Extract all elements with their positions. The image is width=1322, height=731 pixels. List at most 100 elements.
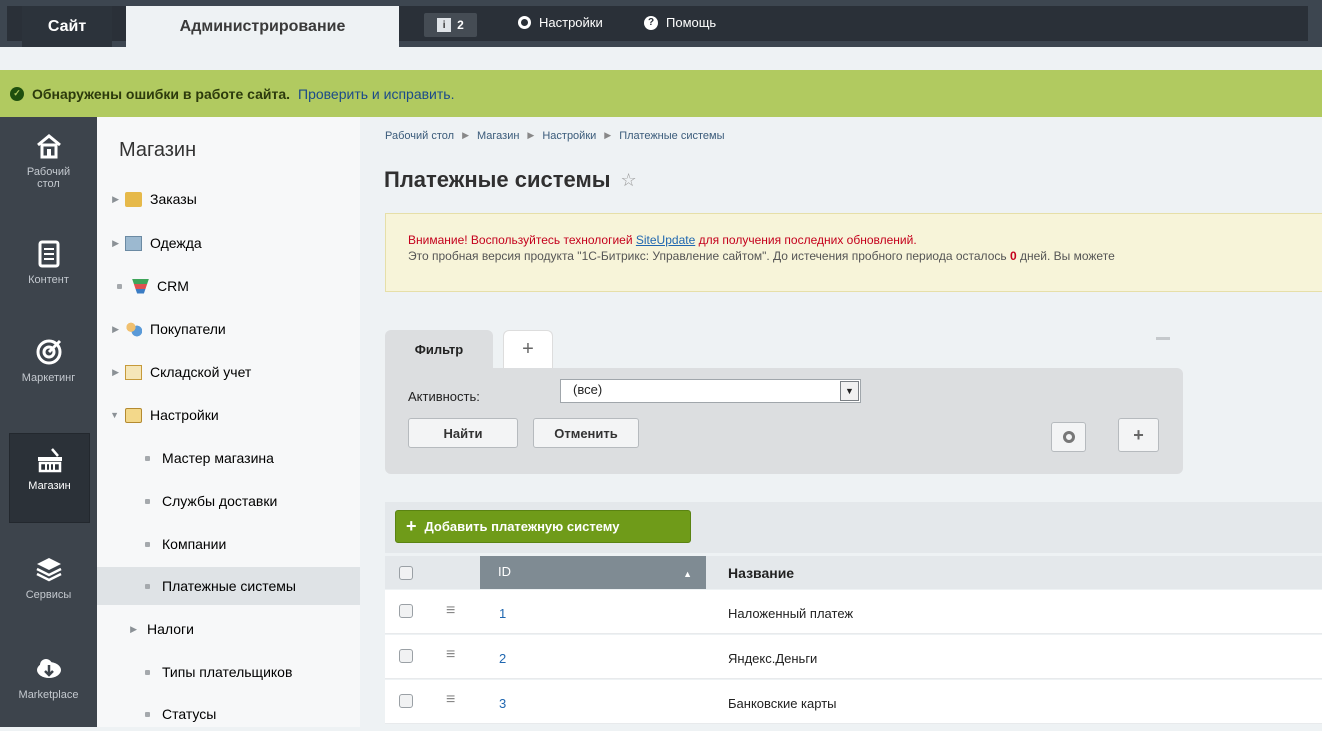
submenu-item-label: Платежные системы bbox=[162, 578, 296, 594]
expand-arrow-icon[interactable]: ▶ bbox=[97, 624, 147, 635]
help-icon: ? bbox=[644, 15, 658, 30]
breadcrumb-item[interactable]: Настройки bbox=[542, 130, 596, 142]
filter-tab[interactable]: Фильтр bbox=[385, 330, 493, 368]
breadcrumb-item[interactable]: Платежные системы bbox=[619, 130, 724, 142]
tab-administration[interactable]: Администрирование bbox=[126, 6, 399, 47]
gear-icon bbox=[1062, 431, 1075, 443]
target-icon bbox=[36, 339, 61, 365]
bullet-icon bbox=[145, 583, 150, 589]
users-icon bbox=[125, 321, 142, 337]
minimize-filter-icon[interactable] bbox=[1156, 337, 1170, 340]
breadcrumb: Рабочий стол ▶ Магазин ▶ Настройки ▶ Пла… bbox=[385, 130, 724, 142]
basket-icon bbox=[37, 448, 62, 473]
nav-item-marketing[interactable]: Маркетинг bbox=[0, 338, 97, 408]
submenu-item-crm[interactable]: CRM bbox=[97, 269, 360, 303]
add-filter-field-button[interactable]: + bbox=[1118, 418, 1159, 452]
row-name: Наложенный платеж bbox=[728, 606, 854, 621]
bullet-icon bbox=[145, 455, 150, 461]
submenu-title: Магазин bbox=[119, 139, 197, 161]
dropdown-arrow-icon[interactable]: ▼ bbox=[840, 381, 859, 401]
star-icon[interactable]: ☆ bbox=[621, 170, 637, 191]
expand-arrow-icon[interactable]: ▶ bbox=[97, 367, 125, 378]
siteupdate-link[interactable]: SiteUpdate bbox=[636, 233, 695, 247]
alert-fix-link[interactable]: Проверить и исправить. bbox=[298, 86, 454, 102]
add-button-label: Добавить платежную систему bbox=[424, 519, 620, 534]
submenu-item-label: Статусы bbox=[162, 706, 217, 722]
collapse-arrow-icon[interactable]: ▼ bbox=[97, 410, 125, 420]
column-header-label: ID bbox=[498, 564, 511, 579]
row-name: Банковские карты bbox=[728, 696, 837, 711]
submenu-item-shop-wizard[interactable]: Мастер магазина bbox=[97, 441, 360, 475]
row-menu-icon[interactable]: ≡ bbox=[446, 646, 455, 664]
help-link[interactable]: ? Помощь bbox=[644, 15, 716, 30]
plus-icon: + bbox=[522, 338, 534, 360]
submenu-item-payment-systems[interactable]: Платежные системы bbox=[97, 567, 360, 605]
submenu-item-settings[interactable]: ▼ Настройки bbox=[97, 398, 360, 432]
row-checkbox[interactable] bbox=[399, 649, 413, 663]
submenu-item-label: Типы плательщиков bbox=[162, 664, 293, 680]
submenu-item-clothes[interactable]: ▶ Одежда bbox=[97, 226, 360, 260]
notifications-button[interactable]: i 2 bbox=[424, 13, 477, 37]
table-row[interactable] bbox=[385, 590, 1322, 634]
submenu-item-customers[interactable]: ▶ Покупатели bbox=[97, 312, 360, 346]
submenu-item-companies[interactable]: Компании bbox=[97, 527, 360, 561]
row-id-link[interactable]: 3 bbox=[499, 696, 506, 711]
nav-item-shop[interactable]: Магазин bbox=[9, 433, 90, 523]
row-menu-icon[interactable]: ≡ bbox=[446, 602, 455, 620]
row-id-link[interactable]: 1 bbox=[499, 606, 506, 621]
submenu-item-label: Мастер магазина bbox=[162, 450, 274, 466]
activity-select[interactable]: (все) ▼ bbox=[560, 379, 861, 403]
expand-arrow-icon[interactable]: ▶ bbox=[97, 238, 125, 249]
warning-line-1: Внимание! Воспользуйтесь технологией Sit… bbox=[408, 232, 1322, 248]
submenu-item-statuses[interactable]: Статусы bbox=[97, 697, 360, 731]
gear-icon bbox=[518, 16, 531, 29]
bullet-icon bbox=[145, 669, 150, 675]
help-label: Помощь bbox=[666, 15, 717, 30]
tab-site[interactable]: Сайт bbox=[22, 6, 112, 47]
nav-item-label: Контент bbox=[28, 274, 69, 286]
submenu-item-delivery[interactable]: Службы доставки bbox=[97, 484, 360, 518]
expand-arrow-icon[interactable]: ▶ bbox=[97, 194, 125, 205]
filter-settings-button[interactable] bbox=[1051, 422, 1086, 452]
warning-text: Внимание! Воспользуйтесь технологией bbox=[408, 233, 636, 247]
page-title: Платежные системы ☆ bbox=[384, 167, 637, 193]
column-header-id[interactable]: ID ▲ bbox=[480, 556, 706, 589]
trial-text: дней. Вы можете bbox=[1016, 249, 1115, 263]
add-filter-tab-button[interactable]: + bbox=[503, 330, 553, 368]
table-row[interactable] bbox=[385, 680, 1322, 724]
submenu-item-payer-types[interactable]: Типы плательщиков bbox=[97, 655, 360, 689]
bullet-icon bbox=[145, 711, 150, 717]
layers-icon bbox=[35, 558, 62, 582]
select-all-checkbox[interactable] bbox=[399, 566, 413, 580]
row-id-link[interactable]: 2 bbox=[499, 651, 506, 666]
submenu-item-orders[interactable]: ▶ Заказы bbox=[97, 182, 360, 216]
find-button[interactable]: Найти bbox=[408, 418, 518, 448]
bullet-icon bbox=[145, 498, 150, 504]
row-checkbox[interactable] bbox=[399, 604, 413, 618]
settings-link[interactable]: Настройки bbox=[518, 15, 603, 30]
breadcrumb-item[interactable]: Магазин bbox=[477, 130, 519, 142]
breadcrumb-item[interactable]: Рабочий стол bbox=[385, 130, 454, 142]
row-menu-icon[interactable]: ≡ bbox=[446, 691, 455, 709]
bullet-icon bbox=[117, 283, 122, 289]
add-payment-system-button[interactable]: + Добавить платежную систему bbox=[395, 510, 691, 543]
row-checkbox[interactable] bbox=[399, 694, 413, 708]
table-row[interactable] bbox=[385, 635, 1322, 679]
cloud-download-icon bbox=[36, 659, 61, 678]
submenu-item-warehouse[interactable]: ▶ Складской учет bbox=[97, 355, 360, 389]
cancel-button[interactable]: Отменить bbox=[533, 418, 639, 448]
trial-text: Это пробная версия продукта "1С-Битрикс:… bbox=[408, 249, 1010, 263]
nav-item-desktop[interactable]: Рабочий стол bbox=[0, 132, 97, 222]
nav-item-marketplace[interactable]: Marketplace bbox=[0, 655, 97, 715]
sort-asc-icon: ▲ bbox=[683, 569, 692, 579]
nav-item-content[interactable]: Контент bbox=[0, 240, 97, 310]
home-icon bbox=[36, 134, 61, 159]
nav-item-services[interactable]: Сервисы bbox=[0, 555, 97, 625]
submenu-item-label: Настройки bbox=[150, 407, 219, 423]
page-title-text: Платежные системы bbox=[384, 167, 611, 192]
expand-arrow-icon[interactable]: ▶ bbox=[97, 324, 125, 335]
update-warning: Внимание! Воспользуйтесь технологией Sit… bbox=[385, 213, 1322, 292]
breadcrumb-separator-icon: ▶ bbox=[462, 130, 469, 140]
column-header-name[interactable]: Название bbox=[728, 565, 794, 581]
submenu-item-taxes[interactable]: ▶ Налоги bbox=[97, 612, 360, 646]
